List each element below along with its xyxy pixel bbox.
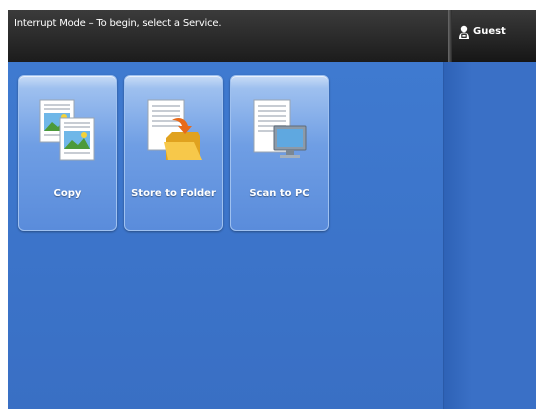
store-to-folder-service-label: Store to Folder [131, 188, 216, 199]
scan-to-pc-icon [253, 99, 307, 158]
guest-user-button[interactable]: Guest [452, 10, 536, 62]
guest-user-label: Guest [473, 26, 506, 37]
copy-service-label: Copy [53, 188, 82, 199]
header-bar: Interrupt Mode – To begin, select a Serv… [8, 10, 536, 62]
guest-user-icon [459, 25, 469, 39]
right-side-panel [443, 62, 536, 409]
copy-icon [39, 99, 95, 161]
services-area: Copy Store to Folder Scan to PC [8, 62, 443, 409]
device-screen: Interrupt Mode – To begin, select a Serv… [8, 10, 536, 409]
copy-service-button[interactable]: Copy [18, 75, 117, 231]
store-to-folder-service-button[interactable]: Store to Folder [124, 75, 223, 231]
scan-to-pc-service-button[interactable]: Scan to PC [230, 75, 329, 231]
scan-to-pc-service-label: Scan to PC [249, 188, 310, 199]
store-to-folder-icon [147, 99, 202, 160]
status-message: Interrupt Mode – To begin, select a Serv… [14, 18, 222, 29]
